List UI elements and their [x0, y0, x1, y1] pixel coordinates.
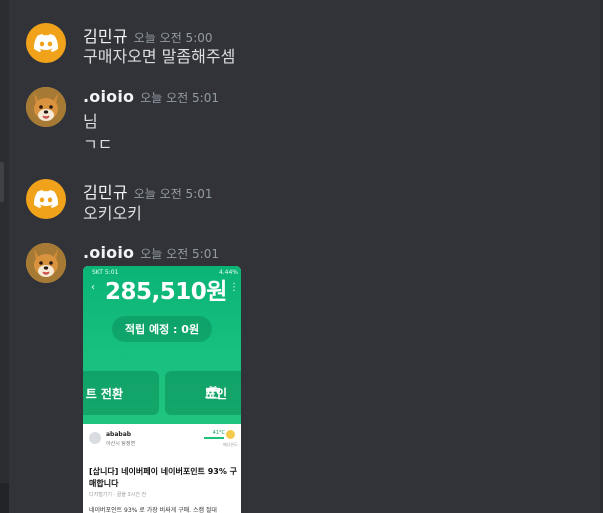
- discord-logo-icon: [34, 34, 58, 52]
- message-text-clipped: ㄱㄷ: [83, 140, 112, 149]
- pending-points-pill: 적립 예정 : 0원: [112, 316, 212, 342]
- seller-location: 아산시 탕정면: [106, 441, 136, 447]
- convert-button: 트 전환: [83, 371, 159, 415]
- message-text: 구매자오면 말좀해주셈: [83, 47, 236, 66]
- shiba-dog-avatar-icon: [26, 243, 66, 283]
- image-attachment[interactable]: SKT 5:01 4.44% ‹ ⋮ 285,510원 적립 예정 : 0원 트…: [83, 266, 241, 513]
- avatar[interactable]: [26, 87, 66, 127]
- gift-icon: [206, 386, 220, 399]
- manner-temperature-label: 매너온도: [223, 442, 238, 447]
- listing-meta: 디지털기기 · 끌올 3시간 전: [89, 492, 147, 498]
- avatar[interactable]: [26, 179, 66, 219]
- convert-button-label: 트 전환: [85, 386, 123, 401]
- seller-avatar: [89, 432, 101, 444]
- timestamp[interactable]: 오늘 오전 5:01: [140, 247, 219, 261]
- avatar[interactable]: [26, 243, 66, 283]
- message-text: 님: [83, 112, 98, 131]
- manner-temperature: 41°C: [212, 430, 225, 436]
- listing-title: [삽니다] 네이버페이 네이버포인트 93% 구매합니다: [89, 467, 238, 488]
- message-text: 오키오키: [83, 204, 142, 223]
- timestamp[interactable]: 오늘 오전 5:01: [140, 91, 219, 105]
- listing-description: 네이버포인트 93% 로 가장 비싸게 구매. 스캠 절대: [89, 507, 217, 513]
- more-vertical-icon: ⋮: [229, 282, 239, 293]
- smile-face-icon: [226, 430, 235, 439]
- channel-sidebar-edge: [0, 0, 9, 513]
- points-amount: 285,510원: [105, 279, 227, 305]
- timestamp[interactable]: 오늘 오전 5:01: [134, 187, 213, 201]
- avatar[interactable]: [26, 23, 66, 63]
- shiba-dog-avatar-icon: [26, 87, 66, 127]
- message-header: .oioio 오늘 오전 5:01: [83, 87, 219, 106]
- seller-name: ababab: [106, 431, 132, 438]
- discord-logo-icon: [34, 190, 58, 208]
- message-text: ㄱㄷ: [83, 140, 112, 149]
- back-chevron-icon: ‹: [91, 282, 95, 293]
- sidebar-bottom-bar: [0, 483, 9, 513]
- username[interactable]: .oioio: [83, 243, 134, 262]
- username[interactable]: .oioio: [83, 87, 134, 106]
- listing-card: ababab 아산시 탕정면 41°C 매너온도 [삽니다] 네이버페이 네이버…: [83, 424, 241, 513]
- message-header: .oioio 오늘 오전 5:01: [83, 243, 219, 262]
- points-button: 포인: [165, 371, 241, 415]
- chat-view: 김민규 오늘 오전 5:00 구매자오면 말좀해주셈 .oioio 오늘 오전 5:…: [0, 0, 603, 513]
- points-header: SKT 5:01 4.44% ‹ ⋮ 285,510원 적립 예정 : 0원 트…: [83, 266, 241, 424]
- temperature-bar: [204, 437, 224, 439]
- sidebar-scroll-thumb[interactable]: [0, 162, 4, 202]
